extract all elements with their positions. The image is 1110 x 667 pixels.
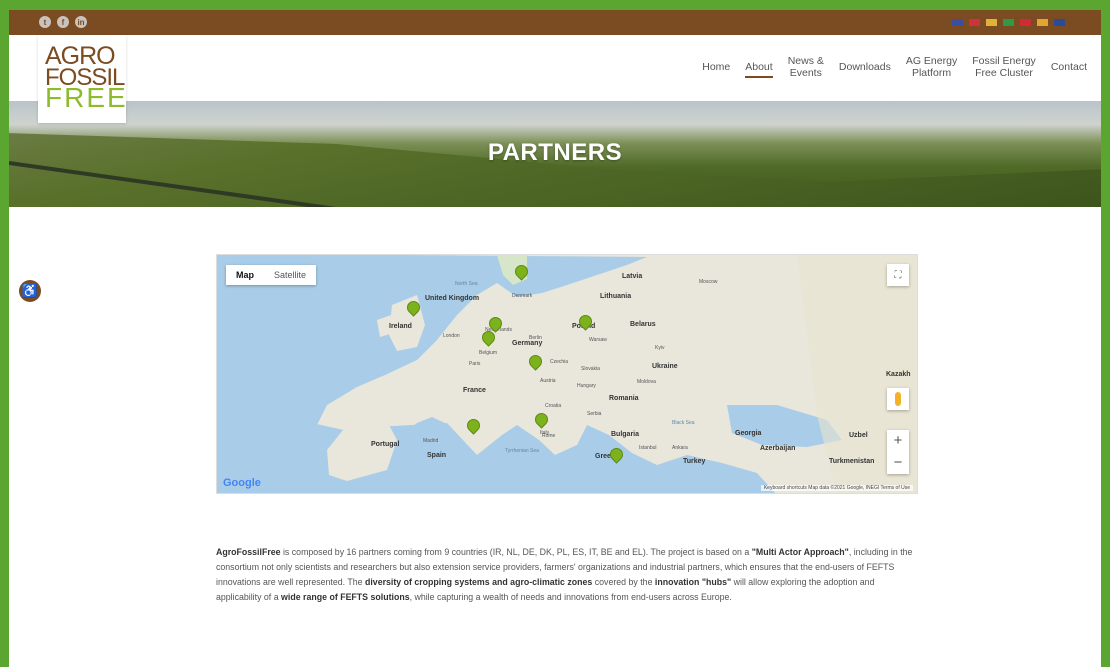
desc-brand: AgroFossilFree [216, 547, 281, 557]
map-label-kazakh: Kazakh [886, 371, 911, 378]
nl-flag[interactable] [1054, 19, 1065, 26]
map-label-czechia: Czechia [550, 359, 569, 365]
map-label-denmark: Denmark [512, 293, 533, 299]
site-header: AGRO FOSSIL FREE Home About News & Event… [9, 35, 1101, 123]
map-label-rome: Rome [542, 433, 556, 439]
nav-home[interactable]: Home [702, 61, 730, 73]
es-flag[interactable] [1037, 19, 1048, 26]
map-label-paris: Paris [469, 361, 481, 367]
map-label-madrid: Madrid [423, 438, 439, 444]
desc-text-5: , while capturing a wealth of needs and … [409, 592, 732, 602]
google-logo: Google [223, 477, 261, 489]
pl-flag[interactable] [969, 19, 980, 26]
page-frame-right [1101, 0, 1110, 667]
zoom-control: + − [887, 430, 909, 474]
map-label-austria: Austria [540, 378, 556, 384]
desc-diversity: diversity of cropping systems and agro-c… [364, 577, 593, 587]
map-label-georgia: Georgia [735, 430, 762, 437]
map-type-satellite-button[interactable]: Satellite [264, 265, 316, 285]
map-label-serbia: Serbia [587, 411, 602, 417]
map-label-slovakia: Slovakia [581, 366, 600, 372]
map-label-lithuania: Lithuania [600, 293, 632, 300]
map-label-ankara: Ankara [672, 445, 688, 451]
map-label-belgium: Belgium [479, 350, 498, 356]
site-logo[interactable]: AGRO FOSSIL FREE [38, 35, 126, 123]
page-frame-left [0, 0, 9, 667]
nav-downloads[interactable]: Downloads [839, 61, 891, 73]
nav-news-events[interactable]: News & Events [788, 55, 824, 79]
en-flag[interactable] [952, 19, 963, 26]
map-pin-belgium[interactable] [479, 328, 498, 349]
map-label-ireland: Ireland [389, 323, 412, 330]
map-label-croatia: Croatia [545, 403, 562, 409]
map-landmass [217, 255, 917, 493]
map-label-moldova: Moldova [637, 379, 656, 385]
map-label-black-sea: Black Sea [672, 420, 695, 426]
map-label-moscow: Moscow [699, 279, 718, 285]
map-pin-spain[interactable] [464, 416, 483, 437]
map-label-france: France [463, 387, 486, 394]
map-label-istanbul: Istanbul [639, 445, 657, 451]
de-flag[interactable] [986, 19, 997, 26]
map-type-control: Map Satellite [226, 265, 317, 285]
map-pin-poland[interactable] [576, 312, 595, 333]
street-view-pegman-icon[interactable] [887, 388, 909, 410]
map-pin-ireland[interactable] [404, 298, 423, 319]
language-flags [952, 19, 1065, 26]
map-label-bulgaria: Bulgaria [611, 431, 640, 438]
map-pin-denmark[interactable] [512, 262, 531, 283]
map-label-azerbaijan: Azerbaijan [760, 445, 796, 452]
map-label-turkmenistan: Turkmenistan [829, 458, 875, 465]
top-bar: t f in [9, 10, 1101, 35]
page-title: PARTNERS [487, 139, 623, 166]
map-label-berlin: Berlin [529, 335, 542, 341]
map-pin-greece[interactable] [607, 445, 626, 466]
nav-fossil-energy-free-cluster[interactable]: Fossil Energy Free Cluster [972, 55, 1036, 79]
map-pin-italy[interactable] [532, 410, 551, 431]
map-label-portugal: Portugal [371, 441, 400, 448]
zoom-out-button[interactable]: − [887, 452, 909, 474]
nav-contact[interactable]: Contact [1051, 61, 1087, 73]
nav-ag-energy-platform[interactable]: AG Energy Platform [906, 55, 957, 79]
map-attribution[interactable]: Keyboard shortcuts Map data ©2021 Google… [760, 485, 913, 491]
page-frame-top [0, 0, 1110, 10]
map-label-ukraine: Ukraine [652, 363, 678, 370]
map-label-warsaw: Warsaw [589, 337, 607, 343]
map-label-kyiv: Kyiv [655, 345, 665, 351]
partners-description: AgroFossilFree is composed by 16 partner… [216, 545, 918, 605]
desc-text-1: is composed by 16 partners coming from 9… [280, 547, 752, 557]
facebook-icon[interactable]: f [57, 16, 69, 28]
map-label-tyrrhenian-sea: Tyrrhenian Sea [505, 448, 539, 454]
it-flag[interactable] [1003, 19, 1014, 26]
map-label-germany: Germany [512, 340, 543, 347]
map-label-north-sea: North Sea [455, 281, 478, 287]
map-label-spain: Spain [427, 452, 447, 459]
map-pin-germany[interactable] [526, 352, 545, 373]
desc-text-3: covered by the [592, 577, 655, 587]
nav-about[interactable]: About [745, 61, 774, 78]
map-label-london: London [443, 333, 460, 339]
dk-flag[interactable] [1020, 19, 1031, 26]
twitter-icon[interactable]: t [39, 16, 51, 28]
map-label-belarus: Belarus [630, 321, 656, 328]
main-nav: Home About News & Events Downloads AG En… [702, 55, 1087, 79]
map-label-uzbek: Uzbel [849, 432, 868, 439]
partners-map[interactable]: Map Satellite ⛶ + − Google Keyboard shor… [216, 254, 918, 494]
map-label-turkey: Turkey [683, 458, 706, 465]
desc-solutions: wide range of FEFTS solutions [281, 592, 410, 602]
map-label-latvia: Latvia [622, 273, 643, 280]
accessibility-icon[interactable]: ♿ [19, 280, 41, 302]
zoom-in-button[interactable]: + [887, 430, 909, 452]
linkedin-icon[interactable]: in [75, 16, 87, 28]
social-links: t f in [39, 16, 87, 28]
map-type-map-button[interactable]: Map [226, 265, 264, 285]
logo-line-free: FREE [45, 82, 128, 113]
map-label-hungary: Hungary [577, 383, 596, 389]
desc-hubs: innovation "hubs" [654, 577, 732, 587]
map-label-romania: Romania [609, 395, 639, 402]
desc-multi-actor: "Multi Actor Approach" [751, 547, 849, 557]
map-label-uk: United Kingdom [425, 295, 480, 302]
fullscreen-icon[interactable]: ⛶ [887, 264, 909, 286]
